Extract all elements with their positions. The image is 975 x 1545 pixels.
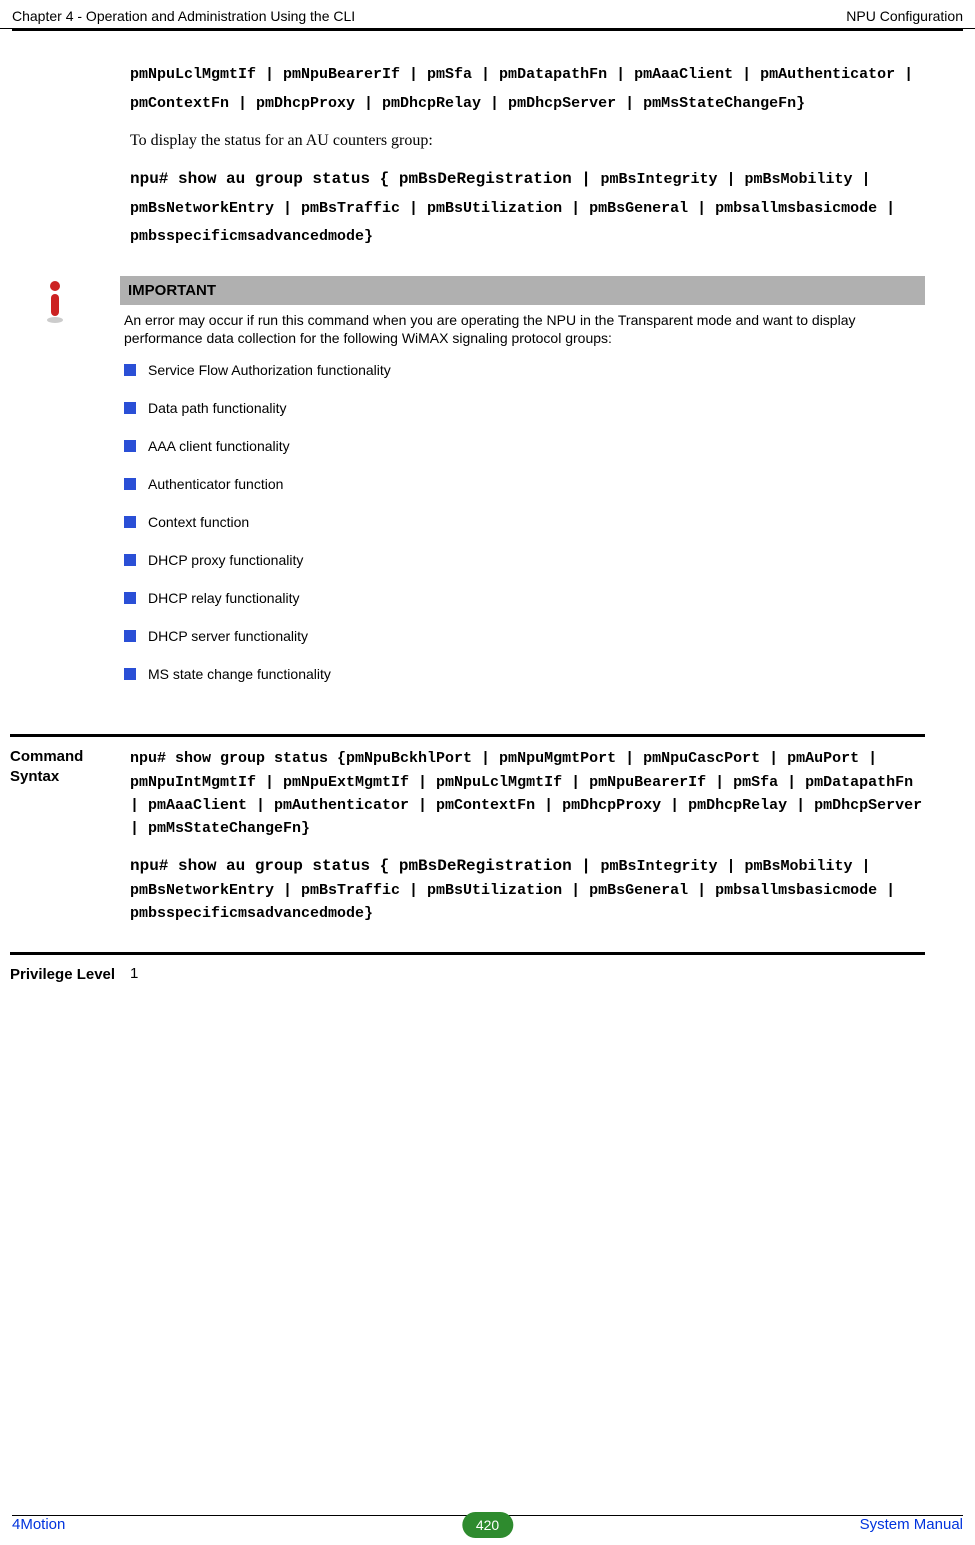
list-item-label: Data path functionality [148, 400, 287, 416]
list-item-label: AAA client functionality [148, 438, 290, 454]
page-footer: 4Motion 420 System Manual [12, 1515, 963, 1533]
au-cmd-prefix: npu# show au group status { pmBsDeRegist… [130, 170, 600, 188]
definition-table: Command Syntax npu# show group status {p… [10, 734, 925, 984]
square-bullet-icon [124, 440, 136, 452]
command-syntax-label: Command Syntax [10, 747, 130, 925]
list-item: Service Flow Authorization functionality [124, 362, 925, 378]
header-right: NPU Configuration [846, 8, 963, 24]
list-item: AAA client functionality [124, 438, 925, 454]
command-syntax-row: Command Syntax npu# show group status {p… [10, 734, 925, 925]
important-icon [40, 280, 70, 324]
command-syntax-body: npu# show group status {pmNpuBckhlPort |… [130, 747, 925, 925]
privilege-value: 1 [130, 965, 138, 982]
page-number-badge: 420 [462, 1512, 513, 1538]
list-item: DHCP server functionality [124, 628, 925, 644]
footer-page-badge: 420 [462, 1512, 513, 1538]
list-item: MS state change functionality [124, 666, 925, 682]
syntax-npu-cmd: npu# show group status {pmNpuBckhlPort |… [130, 747, 925, 840]
privilege-level-body: 1 [130, 965, 925, 985]
header-left: Chapter 4 - Operation and Administration… [12, 8, 355, 24]
list-item-label: Service Flow Authorization functionality [148, 362, 391, 378]
syntax-au-cmd: npu# show au group status { pmBsDeRegist… [130, 854, 925, 925]
header-divider [12, 29, 963, 31]
list-item-label: MS state change functionality [148, 666, 331, 682]
square-bullet-icon [124, 516, 136, 528]
page-header: Chapter 4 - Operation and Administration… [0, 0, 975, 29]
footer-left: 4Motion [12, 1516, 65, 1533]
list-item-label: DHCP server functionality [148, 628, 308, 644]
square-bullet-icon [124, 364, 136, 376]
list-item: Authenticator function [124, 476, 925, 492]
page-content: pmNpuLclMgmtIf | pmNpuBearerIf | pmSfa |… [0, 61, 975, 984]
list-item: Context function [124, 514, 925, 530]
list-item-label: DHCP relay functionality [148, 590, 299, 606]
privilege-level-label: Privilege Level [10, 965, 130, 985]
au-command-block: npu# show au group status { pmBsDeRegist… [130, 164, 925, 252]
list-item-label: Context function [148, 514, 249, 530]
square-bullet-icon [124, 630, 136, 642]
list-item-label: Authenticator function [148, 476, 283, 492]
important-callout: IMPORTANT An error may occur if run this… [40, 276, 925, 705]
important-bullet-list: Service Flow Authorization functionality… [120, 362, 925, 682]
important-description: An error may occur if run this command w… [120, 305, 925, 363]
au-intro-text: To display the status for an AU counters… [130, 132, 925, 150]
npu-options-continued: pmNpuLclMgmtIf | pmNpuBearerIf | pmSfa |… [130, 61, 925, 118]
list-item-label: DHCP proxy functionality [148, 552, 303, 568]
footer-right: System Manual [860, 1516, 963, 1533]
syntax-au-prefix: npu# show au group status { pmBsDeRegist… [130, 857, 600, 875]
list-item: Data path functionality [124, 400, 925, 416]
important-title: IMPORTANT [120, 276, 925, 305]
list-item: DHCP proxy functionality [124, 552, 925, 568]
square-bullet-icon [124, 592, 136, 604]
privilege-level-row: Privilege Level 1 [10, 952, 925, 985]
square-bullet-icon [124, 478, 136, 490]
square-bullet-icon [124, 554, 136, 566]
square-bullet-icon [124, 668, 136, 680]
list-item: DHCP relay functionality [124, 590, 925, 606]
square-bullet-icon [124, 402, 136, 414]
